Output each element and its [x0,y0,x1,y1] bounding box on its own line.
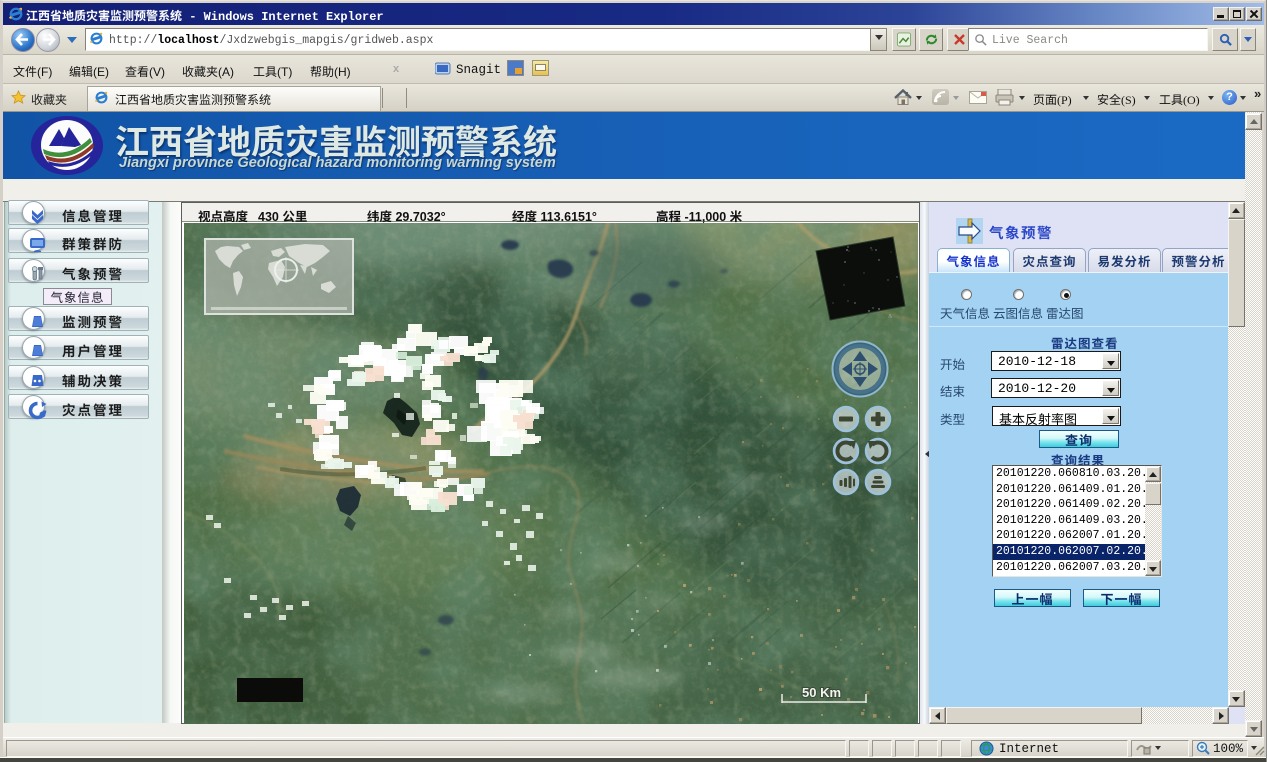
svg-text:50 Km: 50 Km [802,685,841,700]
